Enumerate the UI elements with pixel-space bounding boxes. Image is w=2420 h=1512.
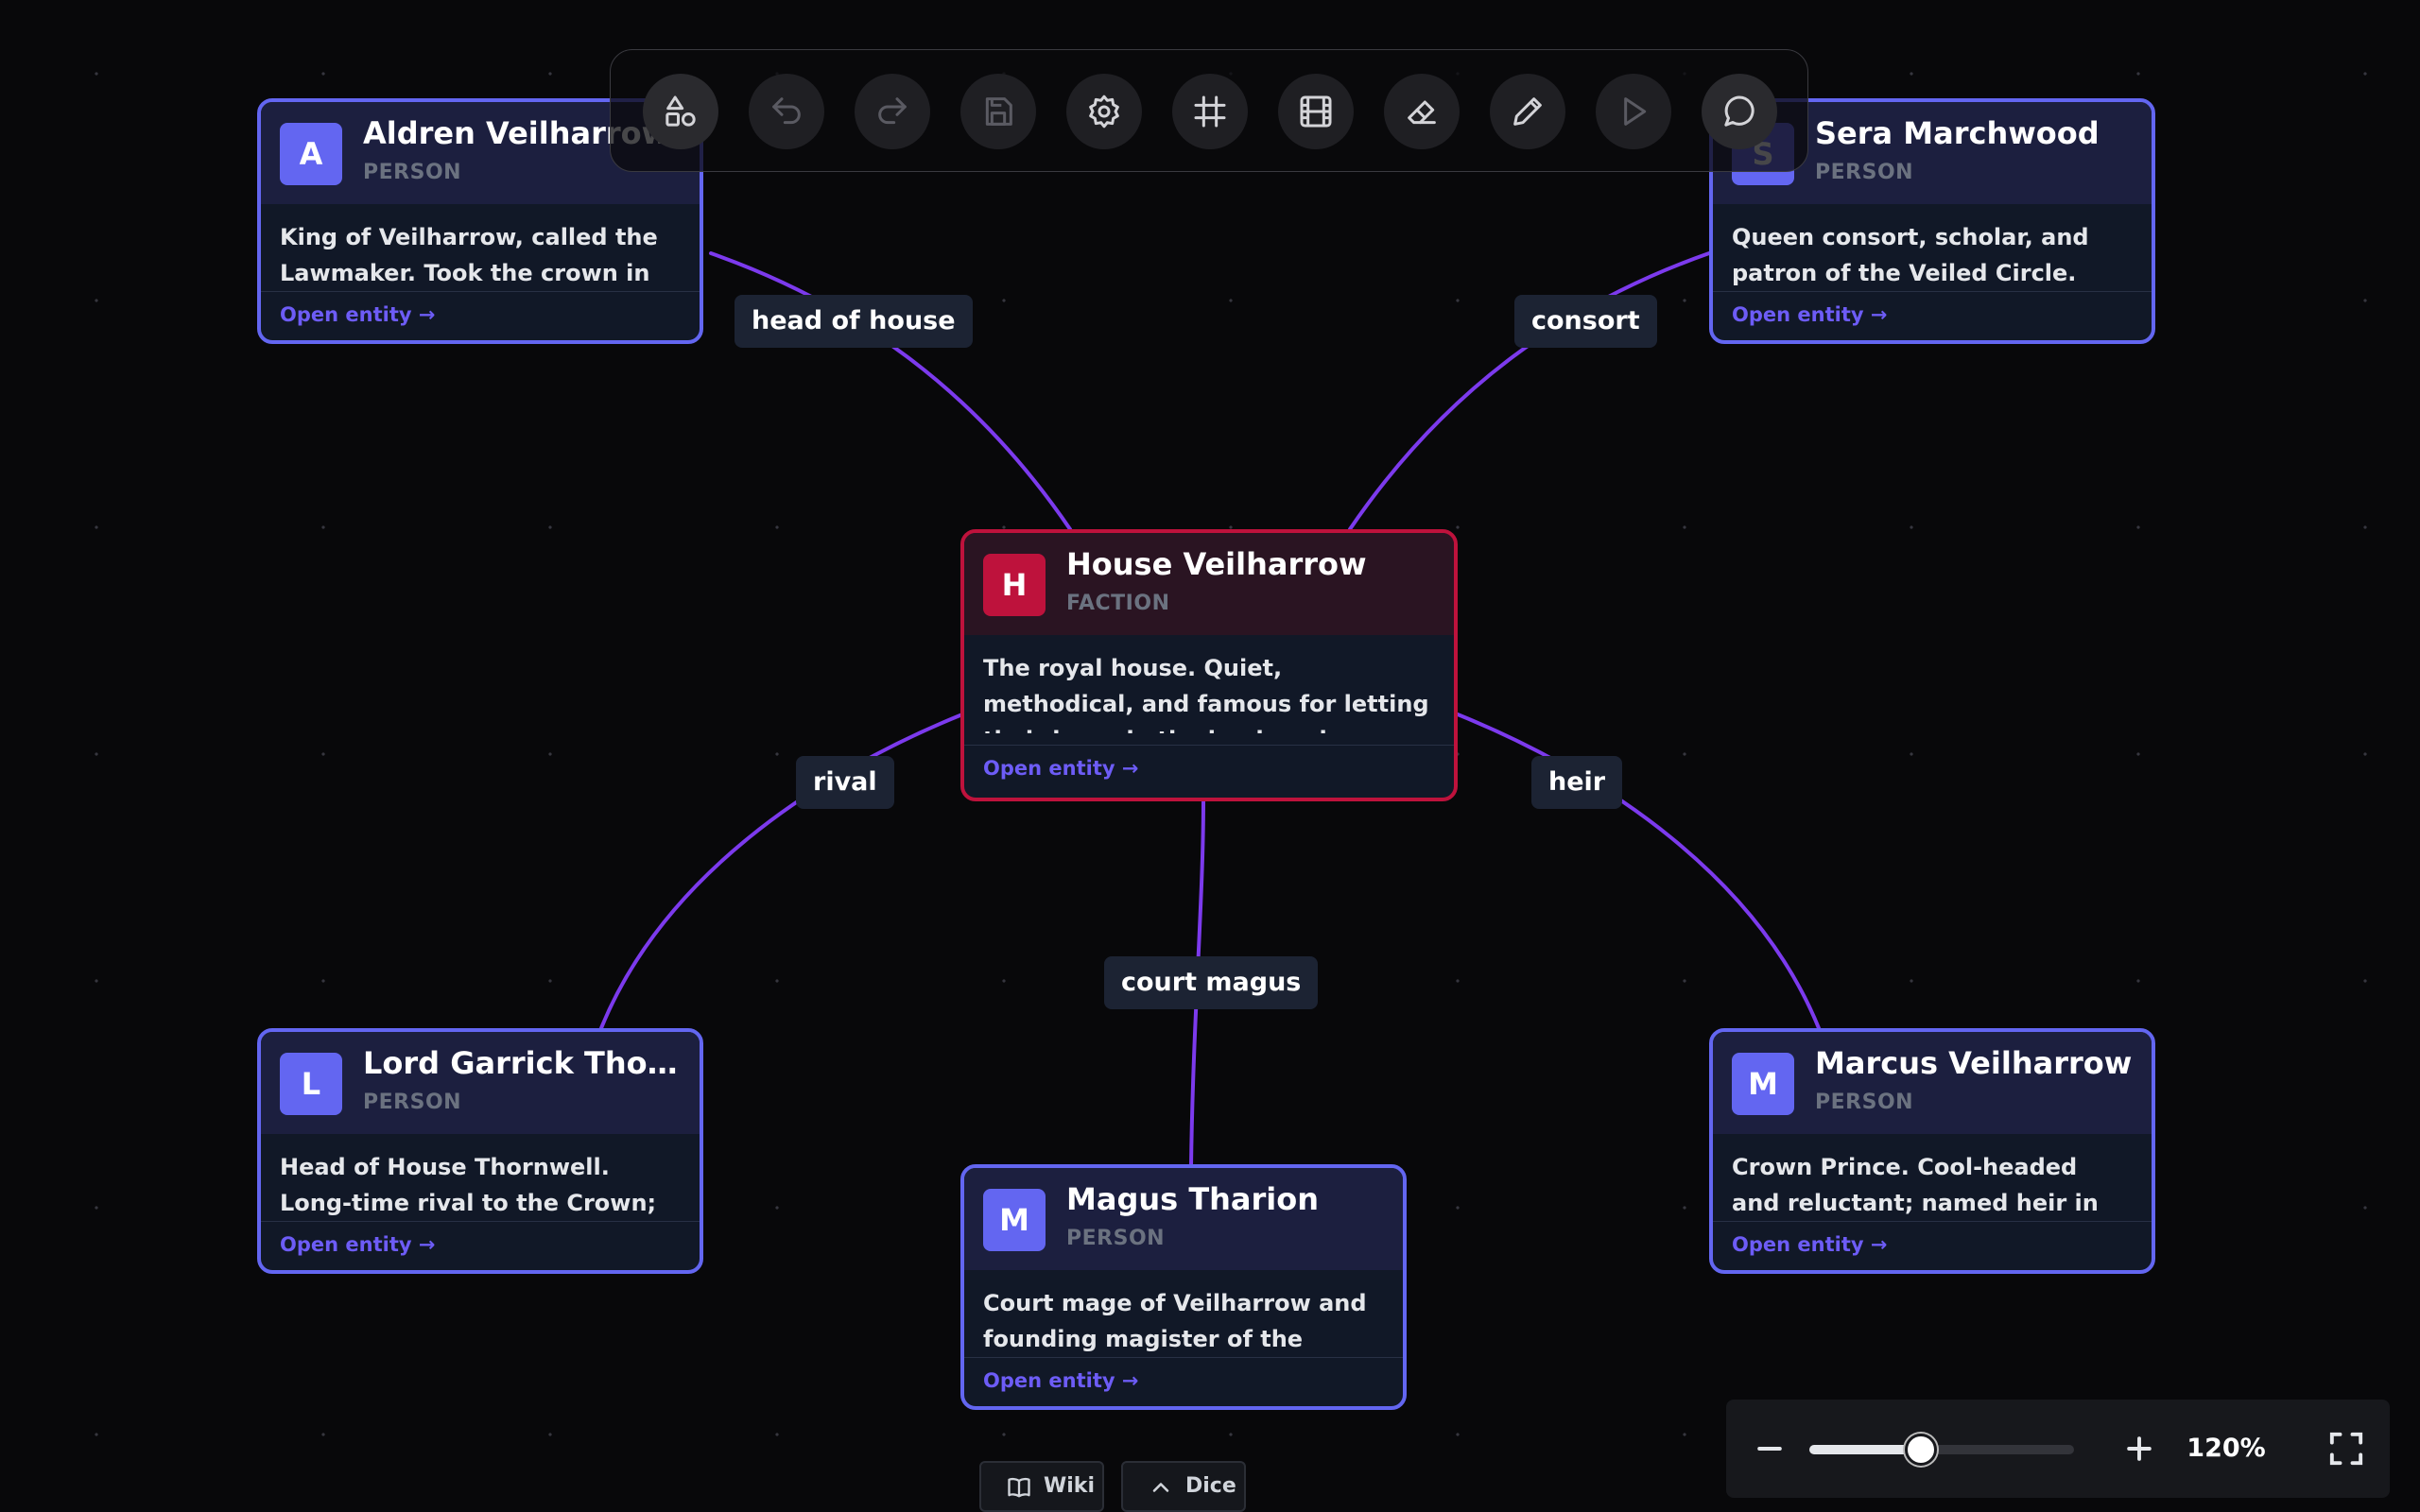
card-header: M Marcus Veilharrow PERSON bbox=[1713, 1032, 2152, 1134]
entity-card-house-veilharrow[interactable]: H House Veilharrow FACTION The royal hou… bbox=[960, 529, 1458, 801]
card-footer: Open entity → bbox=[964, 1357, 1403, 1406]
settings-button[interactable] bbox=[1066, 74, 1142, 149]
play-icon bbox=[1624, 97, 1647, 126]
card-footer: Open entity → bbox=[261, 1221, 700, 1270]
entity-type: PERSON bbox=[363, 161, 462, 184]
entity-description: Court mage of Veilharrow and founding ma… bbox=[983, 1290, 1367, 1352]
save-button[interactable] bbox=[960, 74, 1036, 149]
film-icon bbox=[1300, 95, 1332, 128]
avatar: M bbox=[983, 1189, 1046, 1251]
undo-icon bbox=[772, 97, 801, 125]
play-button[interactable] bbox=[1596, 74, 1671, 149]
redo-icon bbox=[878, 97, 907, 125]
dice-button[interactable]: Dice bbox=[1121, 1461, 1246, 1512]
edge-heir bbox=[1456, 713, 1821, 1030]
open-entity-link[interactable]: Open entity → bbox=[1732, 1233, 1887, 1256]
zoom-slider[interactable] bbox=[1809, 1434, 2074, 1466]
entity-description: The royal house. Quiet, methodical, and … bbox=[983, 655, 1429, 733]
wiki-label: Wiki bbox=[1044, 1474, 1095, 1498]
edge-label-rival[interactable]: rival bbox=[796, 756, 894, 809]
chat-button[interactable] bbox=[1702, 74, 1777, 149]
edge-label-heir[interactable]: heir bbox=[1531, 756, 1623, 809]
shapes-button[interactable] bbox=[643, 74, 718, 149]
entity-type: PERSON bbox=[1815, 1091, 1914, 1114]
zoom-slider-thumb[interactable] bbox=[1904, 1434, 1937, 1466]
shapes-icon bbox=[666, 95, 696, 127]
chat-icon bbox=[1724, 95, 1754, 127]
book-icon bbox=[1008, 1477, 1030, 1498]
edge-label-consort[interactable]: consort bbox=[1514, 295, 1657, 348]
avatar: A bbox=[280, 123, 342, 185]
card-header: L Lord Garrick Thorn… PERSON bbox=[261, 1032, 700, 1134]
save-icon bbox=[985, 97, 1012, 126]
card-header: H House Veilharrow FACTION bbox=[964, 533, 1454, 635]
settings-icon bbox=[1089, 94, 1119, 129]
open-entity-link[interactable]: Open entity → bbox=[983, 757, 1138, 780]
entity-type: FACTION bbox=[1066, 592, 1170, 615]
avatar: L bbox=[280, 1053, 342, 1115]
pencil-button[interactable] bbox=[1490, 74, 1565, 149]
dice-label: Dice bbox=[1185, 1474, 1236, 1498]
plus-icon bbox=[2127, 1436, 2152, 1461]
open-entity-link[interactable]: Open entity → bbox=[1732, 303, 1887, 326]
entity-type: PERSON bbox=[363, 1091, 462, 1114]
redo-button[interactable] bbox=[855, 74, 930, 149]
avatar: M bbox=[1732, 1053, 1794, 1115]
open-entity-link[interactable]: Open entity → bbox=[983, 1369, 1138, 1392]
pencil-icon bbox=[1513, 97, 1542, 126]
card-header: M Magus Tharion PERSON bbox=[964, 1168, 1403, 1270]
entity-name: Sera Marchwood bbox=[1815, 115, 2100, 151]
undo-button[interactable] bbox=[749, 74, 824, 149]
fullscreen-button[interactable] bbox=[2322, 1424, 2371, 1473]
entity-name: Marcus Veilharrow bbox=[1815, 1045, 2133, 1081]
eraser-icon bbox=[1408, 100, 1436, 125]
entity-type: PERSON bbox=[1066, 1227, 1166, 1250]
entity-description: Queen consort, scholar, and patron of th… bbox=[1732, 224, 2089, 286]
edge-label-court-magus[interactable]: court magus bbox=[1104, 956, 1319, 1009]
entity-type: PERSON bbox=[1815, 161, 1914, 184]
zoom-slider-fill bbox=[1809, 1445, 1921, 1454]
eraser-button[interactable] bbox=[1384, 74, 1460, 149]
chevron-up-icon bbox=[1152, 1483, 1169, 1492]
card-footer: Open entity → bbox=[1713, 1221, 2152, 1270]
entity-card-garrick[interactable]: L Lord Garrick Thorn… PERSON Head of Hou… bbox=[257, 1028, 703, 1274]
canvas-toolbar bbox=[610, 49, 1808, 172]
card-footer: Open entity → bbox=[1713, 291, 2152, 340]
zoom-control: 120% bbox=[1726, 1400, 2390, 1498]
entity-description: King of Veilharrow, called the Lawmaker.… bbox=[280, 224, 658, 286]
edge-rival bbox=[599, 713, 964, 1030]
card-footer: Open entity → bbox=[964, 745, 1454, 798]
entity-description: Head of House Thornwell. Long-time rival… bbox=[280, 1154, 657, 1216]
minus-icon bbox=[1757, 1447, 1782, 1451]
film-button[interactable] bbox=[1278, 74, 1354, 149]
fullscreen-icon bbox=[2329, 1432, 2363, 1466]
zoom-level: 120% bbox=[2187, 1434, 2266, 1463]
edge-label-head-of-house[interactable]: head of house bbox=[735, 295, 973, 348]
entity-description: Crown Prince. Cool-headed and reluctant;… bbox=[1732, 1154, 2099, 1216]
card-footer: Open entity → bbox=[261, 291, 700, 340]
entity-card-tharion[interactable]: M Magus Tharion PERSON Court mage of Vei… bbox=[960, 1164, 1407, 1410]
avatar: H bbox=[983, 554, 1046, 616]
wiki-button[interactable]: Wiki bbox=[979, 1461, 1104, 1512]
grid-hash-icon bbox=[1194, 95, 1226, 128]
zoom-in-button[interactable] bbox=[2115, 1424, 2164, 1473]
entity-name: Magus Tharion bbox=[1066, 1181, 1320, 1217]
entity-name: Lord Garrick Thorn… bbox=[363, 1045, 684, 1081]
zoom-out-button[interactable] bbox=[1745, 1424, 1794, 1473]
entity-card-marcus[interactable]: M Marcus Veilharrow PERSON Crown Prince.… bbox=[1709, 1028, 2155, 1274]
grid-button[interactable] bbox=[1172, 74, 1248, 149]
entity-name: House Veilharrow bbox=[1066, 546, 1367, 582]
open-entity-link[interactable]: Open entity → bbox=[280, 1233, 435, 1256]
open-entity-link[interactable]: Open entity → bbox=[280, 303, 435, 326]
